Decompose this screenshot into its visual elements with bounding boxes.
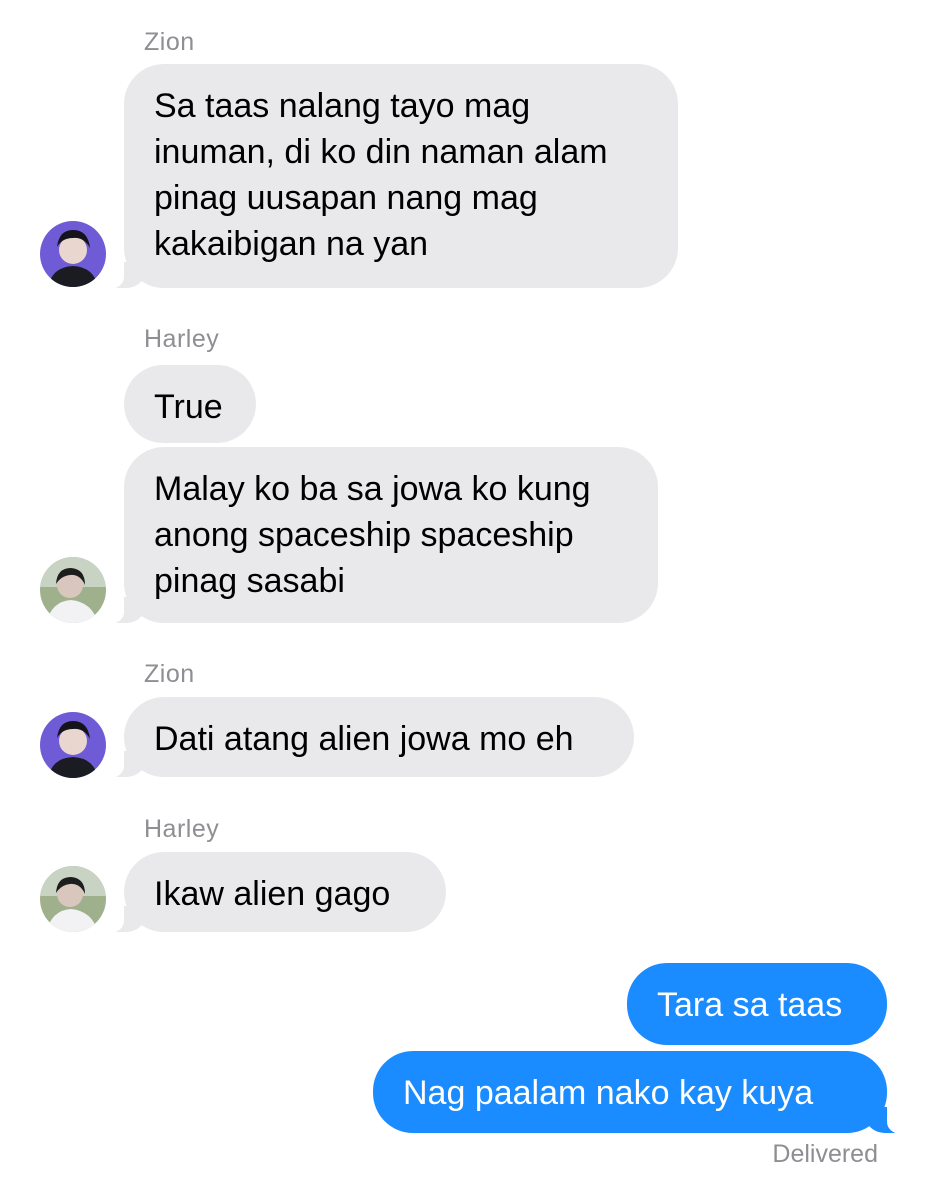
message-text: Malay ko ba sa jowa ko kung anong spaces… bbox=[154, 470, 591, 600]
sender-name-harley: Harley bbox=[144, 815, 220, 843]
message-bubble-incoming[interactable]: True bbox=[124, 365, 256, 443]
delivery-status: Delivered bbox=[772, 1140, 878, 1168]
zion-avatar-icon[interactable] bbox=[40, 712, 106, 778]
message-bubble-incoming[interactable]: Sa taas nalang tayo mag inuman, di ko di… bbox=[102, 64, 678, 289]
message-text: Tara sa taas bbox=[657, 986, 843, 1024]
message-bubble-outgoing[interactable]: Tara sa taas bbox=[627, 963, 887, 1045]
message-bubble-incoming[interactable]: Ikaw alien gago bbox=[102, 852, 446, 933]
message-text: Sa taas nalang tayo mag inuman, di ko di… bbox=[154, 87, 608, 263]
sender-name-zion: Zion bbox=[144, 28, 195, 56]
message-text: Ikaw alien gago bbox=[154, 875, 391, 913]
zion-avatar-icon[interactable] bbox=[40, 221, 106, 287]
harley-avatar-icon[interactable] bbox=[40, 557, 106, 623]
message-bubble-incoming[interactable]: Malay ko ba sa jowa ko kung anong spaces… bbox=[102, 447, 658, 624]
sender-name-zion: Zion bbox=[144, 660, 195, 688]
message-text: True bbox=[154, 388, 223, 426]
harley-avatar-icon[interactable] bbox=[40, 866, 106, 932]
message-text: Nag paalam nako kay kuya bbox=[403, 1074, 814, 1112]
message-bubble-incoming[interactable]: Dati atang alien jowa mo eh bbox=[102, 697, 634, 778]
sender-name-harley: Harley bbox=[144, 325, 220, 353]
message-text: Dati atang alien jowa mo eh bbox=[154, 720, 574, 758]
message-bubble-outgoing[interactable]: Nag paalam nako kay kuya bbox=[373, 1051, 909, 1134]
